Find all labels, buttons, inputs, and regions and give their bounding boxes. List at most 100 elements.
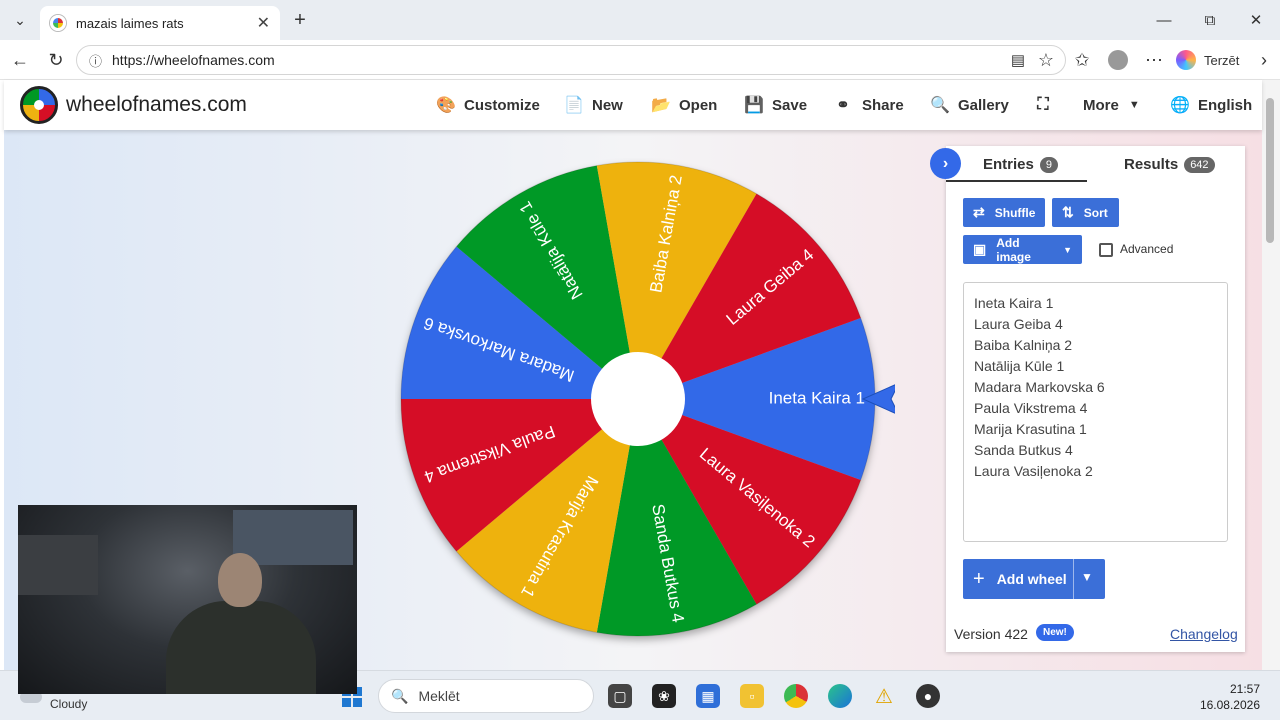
gallery-button[interactable]: 🔍 Gallery [930,94,1009,116]
reader-view-icon[interactable]: ▤ [1006,48,1030,72]
file-explorer-icon[interactable]: ▫ [740,684,764,708]
weather-label[interactable]: Cloudy [50,697,87,711]
store-icon[interactable]: ▦ [696,684,720,708]
changelog-link[interactable]: Changelog [1170,626,1238,642]
globe-icon: 🌐 [1170,97,1190,114]
clock-date: 16.08.2026 [1199,698,1260,712]
entries-count-badge: 9 [1039,156,1058,173]
entry-line: Ineta Kaira 1 [974,295,1054,311]
minimize-icon[interactable]: — [1144,8,1184,32]
entry-line: Paula Vikstrema 4 [974,400,1088,416]
share-button[interactable]: ⚭ Share [834,94,904,116]
tab-results[interactable]: Results 642 [1124,156,1215,173]
spin-wheel[interactable]: Ineta Kaira 1Laura Vasiļenoka 2Sanda But… [395,158,895,648]
more-menu-button[interactable]: More ▼ [1083,94,1140,116]
more-label: More [1083,96,1119,114]
url-field[interactable]: ⓘ https://wheelofnames.com [76,45,1066,75]
site-header: wheelofnames.com 🎨 Customize 📄 New 📂 Ope… [4,80,1262,130]
copilot-label: Terzēt [1204,52,1240,68]
profile-avatar-icon[interactable] [1106,48,1130,72]
tab-actions-chevron-icon[interactable]: ⌄ [6,8,34,32]
advanced-checkbox[interactable] [1099,243,1113,257]
sort-button[interactable]: ⇅ Sort [1052,198,1119,227]
close-tab-icon[interactable]: ✕ [257,13,270,33]
webcam-overlay [18,505,357,694]
tab-favicon-icon [50,15,66,31]
language-label: English [1198,96,1253,114]
webcam-background-shelf [18,535,98,595]
new-button[interactable]: 📄 New [564,94,623,116]
tab-entries[interactable]: Entries 9 [983,156,1058,173]
new-file-icon: 📄 [564,97,584,114]
entry-line: Marija Krasutina 1 [974,421,1087,437]
entry-line: Madara Markovska 6 [974,379,1105,395]
shuffle-label: Shuffle [994,205,1036,220]
chrome-icon[interactable] [784,684,808,708]
customize-button[interactable]: 🎨 Customize [436,94,540,116]
fullscreen-button[interactable]: ⛶ [1034,94,1062,116]
add-image-label: Add image [996,235,1031,264]
taskbar-search[interactable]: 🔍 Meklēt [378,679,594,713]
shuffle-button[interactable]: ⇄ Shuffle [963,198,1045,227]
site-name[interactable]: wheelofnames.com [66,93,247,117]
webcam-person-head [218,553,262,607]
site-info-icon[interactable]: ⓘ [89,51,102,70]
plus-icon: + [973,567,985,590]
copilot-button[interactable]: Terzēt [1176,48,1239,72]
save-label: Save [772,96,808,114]
search-placeholder: Meklēt [418,688,460,704]
wheel-center-hub[interactable] [591,352,685,446]
clock-time: 21:57 [1229,682,1260,696]
task-view-icon[interactable]: ▢ [608,684,632,708]
wheel-segment-label: Ineta Kaira 1 [769,388,865,407]
share-label: Share [862,96,904,114]
favorite-star-icon[interactable]: ☆ [1034,48,1058,72]
folder-icon: 📂 [651,97,671,114]
scroll-thumb[interactable] [1266,98,1274,243]
open-button[interactable]: 📂 Open [651,94,717,116]
copilot-icon [1176,50,1196,70]
close-window-icon[interactable]: ✕ [1236,8,1276,32]
customize-label: Customize [464,96,540,114]
active-tab-indicator [946,180,1087,182]
shuffle-icon: ⇄ [973,204,985,220]
entry-line: Laura Geiba 4 [974,316,1063,332]
entry-line: Natālija Kūle 1 [974,358,1065,374]
entries-textarea[interactable]: Ineta Kaira 1 Laura Geiba 4 Baiba Kalniņ… [963,282,1228,542]
taskbar-clock[interactable]: 21:57 16.08.2026 [1196,681,1260,713]
edge-icon[interactable] [828,684,852,708]
browser-tab[interactable]: mazais laimes rats ✕ [40,6,280,40]
search-icon: 🔍 [391,687,409,704]
address-bar: ← ↻ ⓘ https://wheelofnames.com ▤ ☆ ✩ ⋯ T… [0,40,1280,80]
more-options-icon[interactable]: ⋯ [1142,48,1166,72]
new-tab-icon[interactable]: + [286,8,314,32]
advanced-label: Advanced [1120,242,1174,256]
webcam-person-body [166,601,316,694]
gallery-label: Gallery [958,96,1009,114]
tab-title: mazais laimes rats [76,15,184,31]
save-button[interactable]: 💾 Save [744,94,807,116]
recorder-app-icon[interactable]: ● [916,684,940,708]
favorites-list-icon[interactable]: ✩ [1070,48,1094,72]
version-text: Version 422 [954,626,1028,642]
new-label: New [592,96,623,114]
add-image-button[interactable]: ▣ Add image ▼ [963,235,1082,264]
site-logo-icon[interactable] [20,86,58,124]
page-scrollbar[interactable] [1262,80,1280,670]
chatgpt-icon[interactable]: ❀ [652,684,676,708]
add-wheel-button[interactable]: + Add wheel ▼ [963,559,1105,599]
add-wheel-dropdown-icon[interactable]: ▼ [1081,570,1093,584]
entry-line: Laura Vasiļenoka 2 [974,463,1093,479]
language-button[interactable]: 🌐 English [1170,94,1252,116]
reload-icon[interactable]: ↻ [44,48,68,72]
back-icon[interactable]: ← [8,48,32,72]
sidebar-toggle-icon[interactable]: › [1252,48,1276,72]
entry-line: Baiba Kalniņa 2 [974,337,1073,353]
entries-panel: Entries 9 Results 642 ⇄ Shuffle ⇅ Sort ▣… [946,146,1245,652]
open-label: Open [679,96,718,114]
warning-app-icon[interactable]: ⚠ [872,684,896,708]
collapse-panel-button[interactable]: › [930,148,961,179]
browser-tab-strip: ⌄ mazais laimes rats ✕ + — ⧉ ✕ [0,0,1280,40]
restore-icon[interactable]: ⧉ [1190,8,1230,32]
button-divider [1073,559,1074,599]
